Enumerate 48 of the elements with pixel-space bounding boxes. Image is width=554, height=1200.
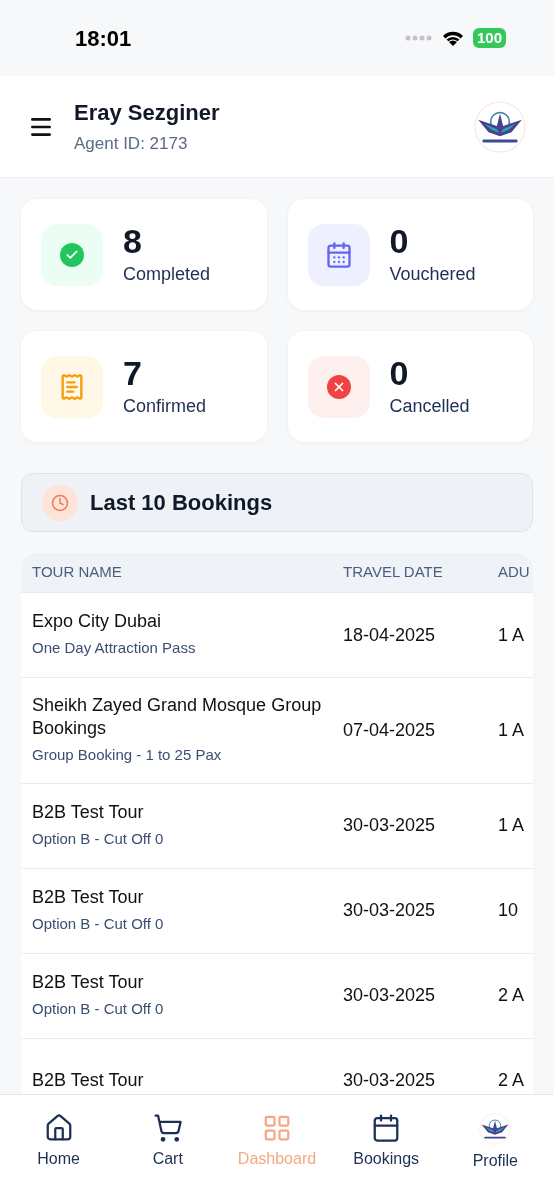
signal-icon (404, 35, 433, 41)
nav-tab[interactable]: Home (8, 1113, 109, 1177)
agent-id: Agent ID: 2173 (74, 133, 189, 156)
tour-name: B2B Test Tour (32, 970, 145, 994)
stat-value: 7 (123, 353, 143, 393)
stat-value: 8 (123, 221, 143, 261)
stat-label: Cancelled (389, 395, 470, 418)
table-cell-text: 2 A (498, 1069, 525, 1092)
stat-label: Confirmed (123, 395, 207, 418)
cart-icon (152, 1113, 183, 1143)
travel-date: 30-03-2025 (343, 899, 437, 922)
table-cell-text: 10 (498, 899, 519, 922)
table-cell-text: 1 A (498, 814, 525, 837)
tour-name: B2B Test Tour (32, 1069, 145, 1092)
nav-tab[interactable]: Bookings (336, 1113, 437, 1177)
table-cell-text: 2 A (498, 984, 525, 1007)
user-name: Eray Sezginer (74, 99, 221, 128)
table-cell-text: 1 A (498, 623, 525, 647)
travel-date: 30-03-2025 (343, 1069, 437, 1092)
travel-date: 18-04-2025 (343, 623, 437, 647)
battery-indicator: 100 (472, 28, 506, 48)
tour-name: Expo City Dubai (32, 610, 163, 634)
column-header: ADU (498, 562, 530, 583)
stat-label: Completed (123, 263, 211, 286)
tour-option: One Day Attraction Pass (32, 637, 331, 660)
travel-date: 30-03-2025 (343, 814, 437, 837)
stat-value: 0 (389, 221, 410, 261)
column-header: TOUR NAME (31, 562, 123, 583)
travel-date: 30-03-2025 (343, 984, 437, 1007)
travel-date: 07-04-2025 (343, 718, 437, 742)
table-cell-text: 1 A (498, 718, 525, 742)
logo-icon (479, 1113, 512, 1145)
nav-tab[interactable]: Cart (117, 1113, 218, 1177)
tour-option: Group Booking - 1 to 25 Pax (32, 744, 331, 767)
nav-tab[interactable]: Profile (445, 1113, 546, 1177)
tour-option: Option B - Cut Off 0 (32, 997, 331, 1021)
clock-icon (42, 484, 78, 521)
tour-option: Option B - Cut Off 0 (32, 827, 331, 851)
logo-icon (474, 100, 526, 153)
tour-name: Sheikh Zayed Grand Mosque Group Bookings (32, 694, 323, 740)
tour-name: B2B Test Tour (32, 885, 145, 909)
status-time: 18:01 (75, 24, 132, 53)
column-header: TRAVEL DATE (343, 562, 444, 583)
stat-label: Vouchered (389, 263, 476, 286)
tour-option: Option B - Cut Off 0 (32, 912, 331, 936)
section-title: Last 10 Bookings (90, 489, 273, 517)
stat-value: 0 (389, 353, 410, 393)
tour-name: B2B Test Tour (32, 800, 145, 824)
